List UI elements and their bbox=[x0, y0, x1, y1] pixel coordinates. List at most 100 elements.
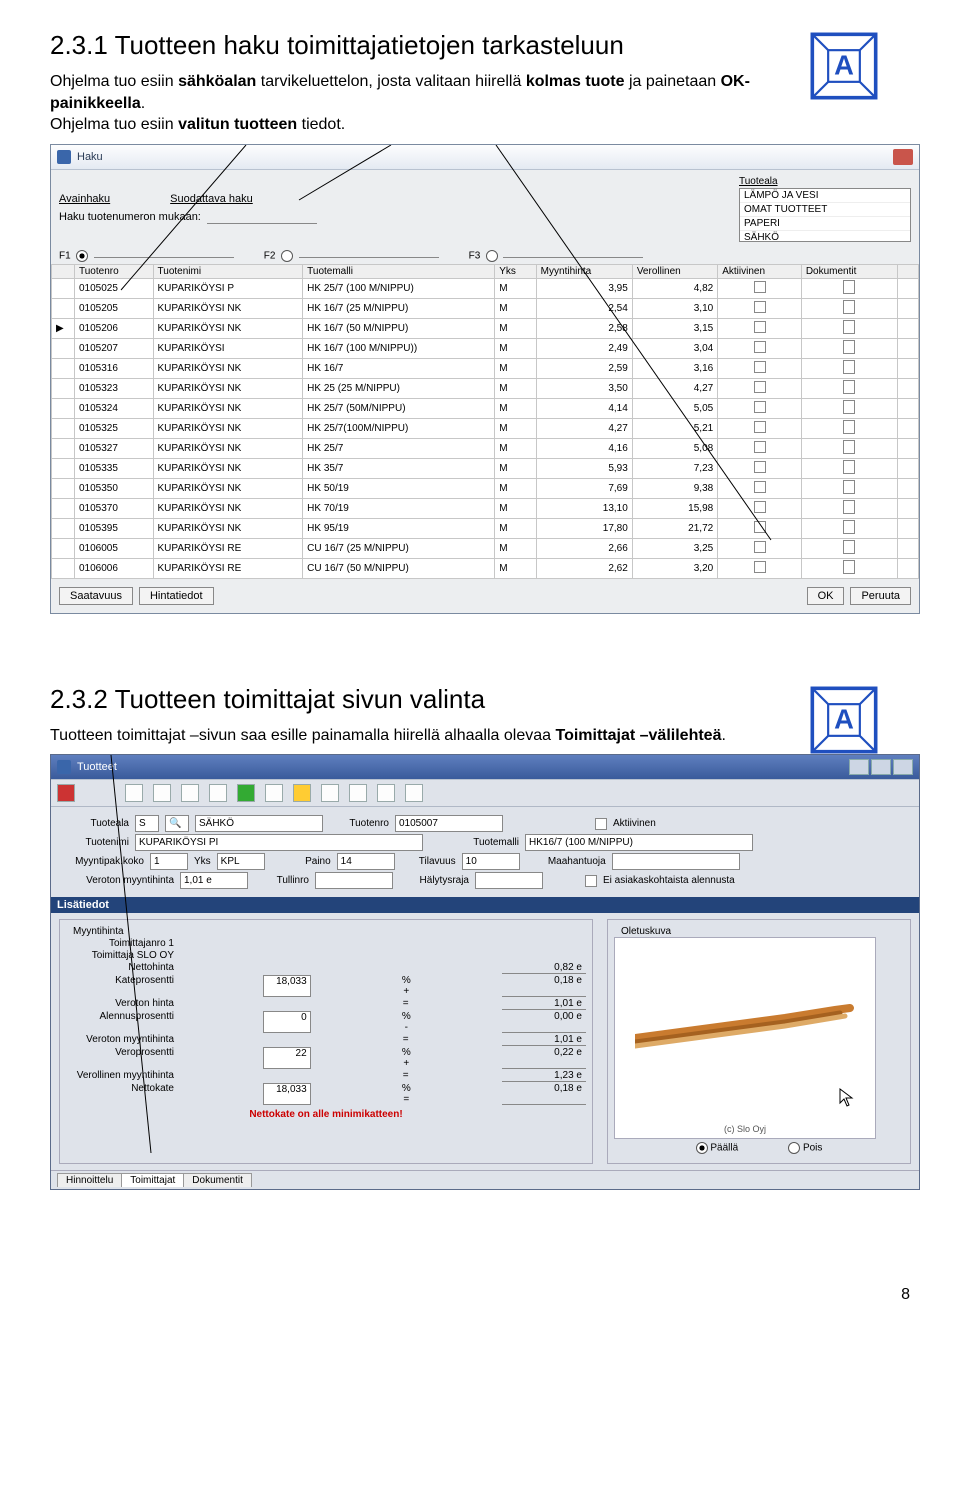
nav-next-icon[interactable] bbox=[181, 784, 199, 802]
lisatiedot-header: Lisätiedot bbox=[51, 897, 919, 913]
tuotenimi-field[interactable]: KUPARIKÖYSI PI bbox=[135, 834, 423, 851]
tuotenimi-label: Tuotenimi bbox=[59, 837, 129, 848]
app-icon bbox=[57, 150, 71, 164]
pois-radio[interactable] bbox=[788, 1142, 800, 1154]
search-icon[interactable]: 🔍 bbox=[165, 815, 189, 832]
myyntihinta-group-title: Myyntihinta bbox=[70, 926, 127, 937]
paino-label: Paino bbox=[271, 856, 331, 867]
myyntipak-field[interactable]: 1 bbox=[150, 853, 188, 870]
section-intro: Tuotteen toimittajat –sivun saa esille p… bbox=[50, 725, 770, 747]
paino-field[interactable]: 14 bbox=[337, 853, 395, 870]
tuotenro-label: Tuotenro bbox=[329, 818, 389, 829]
image-caption: (c) Slo Oyj bbox=[615, 1124, 875, 1134]
paalla-radio[interactable] bbox=[696, 1142, 708, 1154]
f1-input[interactable] bbox=[94, 257, 234, 258]
tool-delete-icon[interactable] bbox=[57, 784, 75, 802]
tuotemalli-field[interactable]: HK16/7 (100 M/NIPPU) bbox=[525, 834, 753, 851]
tab-dokumentit[interactable]: Dokumentit bbox=[183, 1173, 252, 1187]
edit-icon[interactable] bbox=[293, 784, 311, 802]
svg-text:A: A bbox=[834, 703, 854, 734]
haku-label: Haku tuotenumeron mukaan: bbox=[59, 211, 201, 223]
tuoteala-listbox[interactable]: LÄMPÖ JA VESIOMAT TUOTTEETPAPERISÄHKÖ bbox=[739, 188, 911, 242]
halytys-label: Hälytysraja bbox=[399, 875, 469, 886]
veroton-label: Veroton myyntihinta bbox=[59, 875, 174, 886]
svg-text:A: A bbox=[834, 50, 854, 81]
tullinro-label: Tullinro bbox=[254, 875, 309, 886]
remove-icon[interactable] bbox=[265, 784, 283, 802]
tool-icon[interactable] bbox=[321, 784, 339, 802]
f3-radio[interactable] bbox=[486, 250, 498, 262]
f3-label: F3 bbox=[469, 250, 481, 261]
nav-last-icon[interactable] bbox=[209, 784, 227, 802]
tuotemalli-label: Tuotemalli bbox=[429, 837, 519, 848]
logo-a-icon: A bbox=[808, 684, 880, 756]
tuotenro-field[interactable]: 0105007 bbox=[395, 815, 503, 832]
myyntipak-label: Myyntipak.koko bbox=[59, 856, 144, 867]
tuoteala-name[interactable]: SÄHKÖ bbox=[195, 815, 323, 832]
product-image: (c) Slo Oyj bbox=[614, 937, 876, 1139]
yks-label: Yks bbox=[194, 856, 211, 867]
pois-label: Pois bbox=[803, 1143, 822, 1154]
close-icon[interactable] bbox=[893, 759, 913, 775]
cursor-icon bbox=[839, 1088, 855, 1108]
confirm-icon[interactable] bbox=[349, 784, 367, 802]
veroton-field[interactable]: 1,01 e bbox=[180, 872, 248, 889]
tag-icon[interactable] bbox=[405, 784, 423, 802]
f1-radio[interactable] bbox=[76, 250, 88, 262]
page-number: 8 bbox=[0, 1280, 960, 1314]
maahantuoja-field[interactable] bbox=[612, 853, 740, 870]
peruuta-button[interactable]: Peruuta bbox=[850, 587, 911, 605]
haku-input[interactable] bbox=[207, 209, 317, 224]
halytys-field[interactable] bbox=[475, 872, 543, 889]
f3-input[interactable] bbox=[503, 257, 643, 258]
tilavuus-label: Tilavuus bbox=[401, 856, 456, 867]
app-icon bbox=[57, 760, 71, 774]
hintatiedot-button[interactable]: Hintatiedot bbox=[139, 587, 214, 605]
tab-bar: HinnoitteluToimittajatDokumentit bbox=[51, 1170, 919, 1189]
copper-wire-icon bbox=[635, 998, 855, 1058]
tuoteala-label: Tuoteala bbox=[59, 818, 129, 829]
maahantuoja-label: Maahantuoja bbox=[526, 856, 606, 867]
minimize-icon[interactable] bbox=[849, 759, 869, 775]
eiasiak-label: Ei asiakaskohtaista alennusta bbox=[603, 875, 735, 886]
section-intro: Ohjelma tuo esiin sähköalan tarvikeluett… bbox=[50, 71, 770, 136]
section-heading: 2.3.1 Tuotteen haku toimittajatietojen t… bbox=[50, 30, 920, 61]
tuoteala-label: Tuoteala bbox=[739, 176, 911, 187]
supplier-nro-label: Toimittajanro 1 bbox=[66, 938, 174, 949]
haku-window: Haku Avainhaku Suodattava haku Haku tuot… bbox=[50, 144, 920, 614]
close-icon[interactable] bbox=[893, 149, 913, 165]
logo-a-icon: A bbox=[808, 30, 880, 102]
result-table[interactable]: TuotenroTuotenimiTuotemalliYksMyyntihint… bbox=[51, 264, 919, 579]
tab-toimittajat[interactable]: Toimittajat bbox=[121, 1173, 184, 1187]
section-heading: 2.3.2 Tuotteen toimittajat sivun valinta bbox=[50, 684, 920, 715]
tilavuus-field[interactable]: 10 bbox=[462, 853, 520, 870]
aktiivinen-label: Aktiivinen bbox=[613, 818, 656, 829]
tullinro-field[interactable] bbox=[315, 872, 393, 889]
f2-label: F2 bbox=[264, 250, 276, 261]
nav-prev-icon[interactable] bbox=[153, 784, 171, 802]
ok-button[interactable]: OK bbox=[807, 587, 845, 605]
trash-icon[interactable] bbox=[377, 784, 395, 802]
add-icon[interactable] bbox=[237, 784, 255, 802]
paalla-label: Päällä bbox=[710, 1143, 738, 1154]
f2-radio[interactable] bbox=[281, 250, 293, 262]
avainhaku-link[interactable]: Avainhaku bbox=[59, 193, 110, 205]
nav-first-icon[interactable] bbox=[125, 784, 143, 802]
warning-text: Nettokate on alle minimikatteen! bbox=[66, 1109, 586, 1120]
f1-label: F1 bbox=[59, 250, 71, 261]
suodattava-link[interactable]: Suodattava haku bbox=[170, 193, 253, 205]
saatavuus-button[interactable]: Saatavuus bbox=[59, 587, 133, 605]
tuoteala-code[interactable]: S bbox=[135, 815, 159, 832]
oletuskuva-group-title: Oletuskuva bbox=[618, 926, 674, 937]
yks-field[interactable]: KPL bbox=[217, 853, 265, 870]
toolbar bbox=[51, 780, 919, 807]
tuotteet-window: Tuotteet bbox=[50, 754, 920, 1190]
eiasiak-checkbox[interactable] bbox=[585, 875, 597, 887]
window-title: Haku bbox=[77, 151, 103, 163]
window-title: Tuotteet bbox=[77, 761, 117, 773]
f2-input[interactable] bbox=[299, 257, 439, 258]
maximize-icon[interactable] bbox=[871, 759, 891, 775]
supplier-name: Toimittaja SLO OY bbox=[66, 950, 174, 961]
tab-hinnoittelu[interactable]: Hinnoittelu bbox=[57, 1173, 122, 1187]
aktiivinen-checkbox[interactable] bbox=[595, 818, 607, 830]
